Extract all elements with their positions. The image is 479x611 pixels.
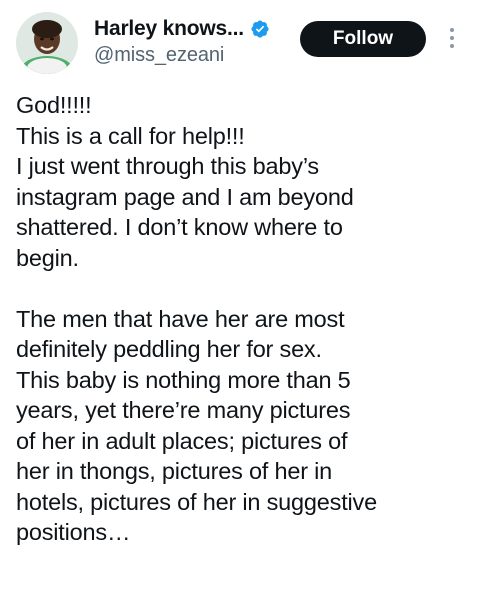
display-name[interactable]: Harley knows...: [94, 17, 244, 41]
tweet-text: God!!!!! This is a call for help!!! I ju…: [16, 90, 471, 548]
tweet-line: The men that have her are most: [16, 305, 345, 332]
verified-badge-icon: [250, 19, 270, 39]
tweet-line: of her in adult places; pictures of: [16, 427, 348, 454]
follow-button[interactable]: Follow: [300, 21, 426, 57]
user-handle[interactable]: @miss_ezeani: [94, 44, 224, 67]
tweet-line: begin.: [16, 244, 79, 271]
tweet-line: hotels, pictures of her in suggestive: [16, 488, 377, 515]
avatar-image: [16, 12, 78, 74]
tweet-line: shattered. I don’t know where to: [16, 214, 343, 240]
tweet-line: instagram page and I am beyond: [16, 183, 354, 210]
tweet-line: years, yet there’re many pictures: [16, 397, 351, 423]
tweet-line: This baby is nothing more than 5: [16, 366, 351, 393]
tweet-line: This is a call for help!!!: [16, 122, 245, 149]
tweet-line: positions…: [16, 519, 131, 545]
tweet-header: Harley knows... @miss_ezeani Follow: [0, 0, 479, 80]
avatar[interactable]: [16, 12, 78, 74]
tweet-line: I just went through this baby’s: [16, 153, 319, 179]
paragraph-break: [16, 273, 471, 304]
more-dot: [450, 44, 454, 48]
tweet-line: definitely peddling her for sex.: [16, 336, 322, 362]
more-dot: [450, 36, 454, 40]
tweet-line: God!!!!!: [16, 92, 92, 118]
tweet-line: her in thongs, pictures of her in: [16, 458, 333, 484]
more-options-icon[interactable]: [440, 22, 464, 54]
name-row: Harley knows...: [94, 14, 270, 44]
more-dot: [450, 28, 454, 32]
